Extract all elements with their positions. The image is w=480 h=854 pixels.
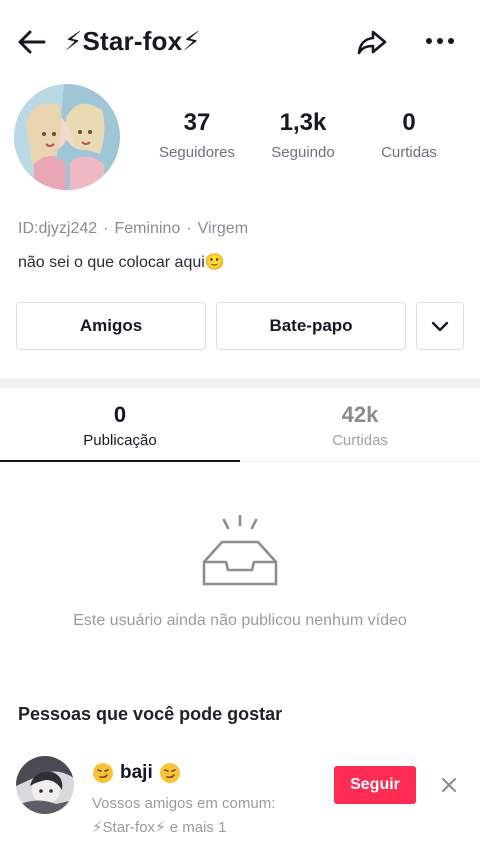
stat-followers[interactable]: 37 Seguidores	[142, 108, 252, 161]
top-bar: ⚡Star-fox⚡	[0, 0, 480, 84]
active-tab-indicator	[0, 460, 240, 462]
user-sign: Virgem	[197, 220, 249, 237]
chat-button[interactable]: Bate-papo	[216, 302, 406, 350]
follow-button[interactable]: Seguir	[334, 766, 416, 804]
chevron-down-icon	[431, 321, 449, 332]
more-actions-button[interactable]	[416, 302, 464, 350]
section-divider	[0, 378, 480, 388]
posts-label: Publicação	[83, 432, 157, 449]
suggestions-title: Pessoas que você pode gostar	[18, 704, 283, 724]
meta-separator: ·	[103, 220, 109, 237]
suggestion-mutuals: Vossos amigos em comum: ⚡Star-fox⚡ e mai…	[92, 792, 332, 840]
empty-state-message: Este usuário ainda não publicou nenhum v…	[73, 612, 407, 629]
share-icon[interactable]	[354, 24, 390, 60]
posts-count: 0	[113, 402, 127, 427]
followers-count: 37	[183, 109, 211, 136]
suggestion-username: baji	[120, 762, 153, 783]
mutual-friends-line: Vossos amigos em comum:	[92, 795, 276, 812]
suggestion-avatar[interactable]	[16, 756, 74, 814]
meta-separator: ·	[186, 220, 192, 237]
stat-following[interactable]: 1,3k Seguindo	[248, 108, 358, 161]
profile-meta: ID:djyzj242 · Feminino · Virgem	[18, 220, 248, 238]
profile-avatar[interactable]	[14, 84, 120, 190]
smirk-emoji-icon	[159, 763, 180, 783]
tab-liked[interactable]: 42k Curtidas	[240, 400, 480, 449]
user-gender: Feminino	[114, 220, 181, 237]
liked-label: Curtidas	[332, 432, 388, 449]
likes-label: Curtidas	[381, 144, 437, 161]
following-label: Seguindo	[271, 144, 335, 161]
liked-count: 42k	[341, 402, 379, 427]
empty-inbox-icon	[200, 514, 280, 590]
suggestion-name[interactable]: baji	[92, 762, 181, 784]
smirk-emoji-icon	[93, 763, 113, 783]
back-arrow-icon[interactable]	[14, 24, 50, 60]
more-options-icon[interactable]	[422, 24, 458, 60]
profile-bio: não sei o que colocar aqui🙂	[18, 254, 225, 271]
likes-count: 0	[402, 109, 416, 136]
mutual-friends-names: ⚡Star-fox⚡ e mais 1	[92, 819, 227, 836]
friends-button[interactable]: Amigos	[16, 302, 206, 350]
user-id: ID:djyzj242	[18, 220, 98, 237]
followers-label: Seguidores	[159, 144, 235, 161]
stat-likes[interactable]: 0 Curtidas	[354, 108, 464, 161]
dismiss-suggestion-icon[interactable]	[438, 774, 460, 796]
following-count: 1,3k	[279, 109, 327, 136]
profile-title: ⚡Star-fox⚡	[64, 26, 201, 56]
tab-posts[interactable]: 0 Publicação	[0, 400, 240, 449]
